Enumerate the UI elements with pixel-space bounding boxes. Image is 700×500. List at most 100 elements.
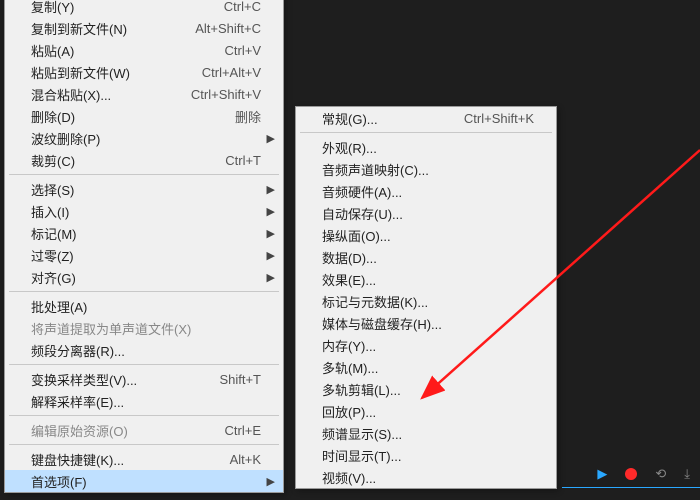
submenu-arrow-icon: ▶	[267, 249, 275, 262]
separator	[9, 291, 279, 292]
menu-item-label: 频谱显示(S)...	[322, 424, 534, 443]
menu-item[interactable]: 操纵面(O)...	[296, 224, 556, 246]
menu-item[interactable]: 内存(Y)...	[296, 334, 556, 356]
menu-item[interactable]: 删除(D) 删除	[5, 105, 283, 127]
menu-item-label: 键盘快捷键(K)...	[31, 450, 218, 469]
transport-bar: ▶ ⟲ ⤓	[597, 466, 690, 482]
play-icon[interactable]: ▶	[597, 466, 607, 482]
menu-item[interactable]: 过零(Z) ▶	[5, 244, 283, 266]
separator	[300, 132, 552, 133]
menu-item[interactable]: 音频硬件(A)...	[296, 180, 556, 202]
menu-item[interactable]: 视频(V)...	[296, 466, 556, 488]
menu-item-label: 首选项(F)	[31, 472, 261, 491]
preferences-submenu[interactable]: 常规(G)... Ctrl+Shift+K 外观(R)... 音频声道映射(C)...…	[295, 106, 557, 489]
shortcut-label: Ctrl+Shift+K	[464, 111, 534, 126]
menu-item-label: 媒体与磁盘缓存(H)...	[322, 314, 534, 333]
menu-item[interactable]: 复制到新文件(N) Alt+Shift+C	[5, 17, 283, 39]
menu-item-label: 常规(G)...	[322, 109, 452, 128]
menu-item-label: 频段分离器(R)...	[31, 341, 261, 360]
skip-icon[interactable]: ⤓	[684, 466, 690, 482]
menu-item-label: 变换采样类型(V)...	[31, 370, 207, 389]
menu-item-label: 批处理(A)	[31, 297, 261, 316]
menu-item[interactable]: 频谱显示(S)...	[296, 422, 556, 444]
edit-context-menu[interactable]: 复制(Y) Ctrl+C 复制到新文件(N) Alt+Shift+C 粘贴(A) Ctrl…	[4, 0, 284, 493]
menu-item[interactable]: 频段分离器(R)...	[5, 339, 283, 361]
menu-item[interactable]: 键盘快捷键(K)... Alt+K	[5, 448, 283, 470]
menu-item-label: 插入(I)	[31, 202, 261, 221]
menu-item-label: 多轨(M)...	[322, 358, 534, 377]
menu-item[interactable]: 粘贴(A) Ctrl+V	[5, 39, 283, 61]
menu-item[interactable]: 媒体与磁盘缓存(H)...	[296, 312, 556, 334]
menu-item[interactable]: 选择(S) ▶	[5, 178, 283, 200]
menu-item-label: 波纹删除(P)	[31, 129, 261, 148]
menu-item[interactable]: 标记(M) ▶	[5, 222, 283, 244]
menu-item-label: 裁剪(C)	[31, 151, 213, 170]
submenu-arrow-icon: ▶	[267, 132, 275, 145]
shortcut-label: Ctrl+Alt+V	[202, 65, 261, 80]
menu-item-label: 复制到新文件(N)	[31, 19, 183, 38]
menu-item-label: 音频声道映射(C)...	[322, 160, 534, 179]
menu-item[interactable]: 解释采样率(E)...	[5, 390, 283, 412]
menu-item-label: 删除(D)	[31, 107, 223, 126]
menu-item-label: 编辑原始资源(O)	[31, 421, 213, 440]
timeline-marker	[562, 487, 700, 488]
menu-item[interactable]: 对齐(G)▶	[5, 266, 283, 288]
menu-item[interactable]: 音频声道映射(C)...	[296, 158, 556, 180]
menu-item[interactable]: 粘贴到新文件(W) Ctrl+Alt+V	[5, 61, 283, 83]
menu-item[interactable]: 时间显示(T)...	[296, 444, 556, 466]
shortcut-label: Ctrl+C	[224, 0, 261, 14]
menu-item[interactable]: 多轨(M)...	[296, 356, 556, 378]
menu-item-label: 音频硬件(A)...	[322, 182, 534, 201]
menu-item[interactable]: 裁剪(C)Ctrl+T	[5, 149, 283, 171]
menu-item[interactable]: 数据(D)...	[296, 246, 556, 268]
shortcut-label: Ctrl+Shift+V	[191, 87, 261, 102]
separator	[9, 444, 279, 445]
menu-item[interactable]: 回放(P)...	[296, 400, 556, 422]
loop-icon[interactable]: ⟲	[655, 466, 666, 482]
menu-item[interactable]: 首选项(F) ▶	[5, 470, 283, 492]
shortcut-label: Ctrl+E	[225, 423, 261, 438]
menu-item-label: 过零(Z)	[31, 246, 261, 265]
menu-item-label: 时间显示(T)...	[322, 446, 534, 465]
record-icon[interactable]	[625, 468, 637, 480]
shortcut-label: 删除	[235, 107, 261, 126]
menu-item[interactable]: 插入(I) ▶	[5, 200, 283, 222]
menu-item[interactable]: 自动保存(U)...	[296, 202, 556, 224]
menu-item-label: 数据(D)...	[322, 248, 534, 267]
menu-item[interactable]: 标记与元数据(K)...	[296, 290, 556, 312]
menu-item[interactable]: 混合粘贴(X)...Ctrl+Shift+V	[5, 83, 283, 105]
menu-item[interactable]: 将声道提取为单声道文件(X)	[5, 317, 283, 339]
menu-item-label: 标记(M)	[31, 224, 261, 243]
menu-item[interactable]: 变换采样类型(V)...Shift+T	[5, 368, 283, 390]
menu-item[interactable]: 复制(Y) Ctrl+C	[5, 0, 283, 17]
menu-item[interactable]: 多轨剪辑(L)...	[296, 378, 556, 400]
menu-item-label: 粘贴到新文件(W)	[31, 63, 190, 82]
menu-item[interactable]: 批处理(A)	[5, 295, 283, 317]
menu-item[interactable]: 效果(E)...	[296, 268, 556, 290]
menu-item[interactable]: 外观(R)...	[296, 136, 556, 158]
menu-item-label: 复制(Y)	[31, 0, 212, 16]
menu-item-label: 选择(S)	[31, 180, 261, 199]
menu-item-label: 将声道提取为单声道文件(X)	[31, 319, 261, 338]
menu-item-label: 粘贴(A)	[31, 41, 213, 60]
submenu-arrow-icon: ▶	[267, 205, 275, 218]
menu-item-label: 视频(V)...	[322, 468, 534, 487]
submenu-arrow-icon: ▶	[267, 227, 275, 240]
menu-item-label: 内存(Y)...	[322, 336, 534, 355]
separator	[9, 415, 279, 416]
shortcut-label: Ctrl+V	[225, 43, 261, 58]
shortcut-label: Alt+Shift+C	[195, 21, 261, 36]
menu-item-label: 自动保存(U)...	[322, 204, 534, 223]
menu-item-label: 操纵面(O)...	[322, 226, 534, 245]
shortcut-label: Alt+K	[230, 452, 261, 467]
menu-item[interactable]: 常规(G)... Ctrl+Shift+K	[296, 107, 556, 129]
menu-item[interactable]: 波纹删除(P) ▶	[5, 127, 283, 149]
submenu-arrow-icon: ▶	[267, 475, 275, 488]
menu-item-label: 多轨剪辑(L)...	[322, 380, 534, 399]
submenu-arrow-icon: ▶	[267, 183, 275, 196]
separator	[9, 174, 279, 175]
menu-item-label: 解释采样率(E)...	[31, 392, 261, 411]
submenu-arrow-icon: ▶	[267, 271, 275, 284]
menu-item-label: 回放(P)...	[322, 402, 534, 421]
menu-item[interactable]: 编辑原始资源(O) Ctrl+E	[5, 419, 283, 441]
